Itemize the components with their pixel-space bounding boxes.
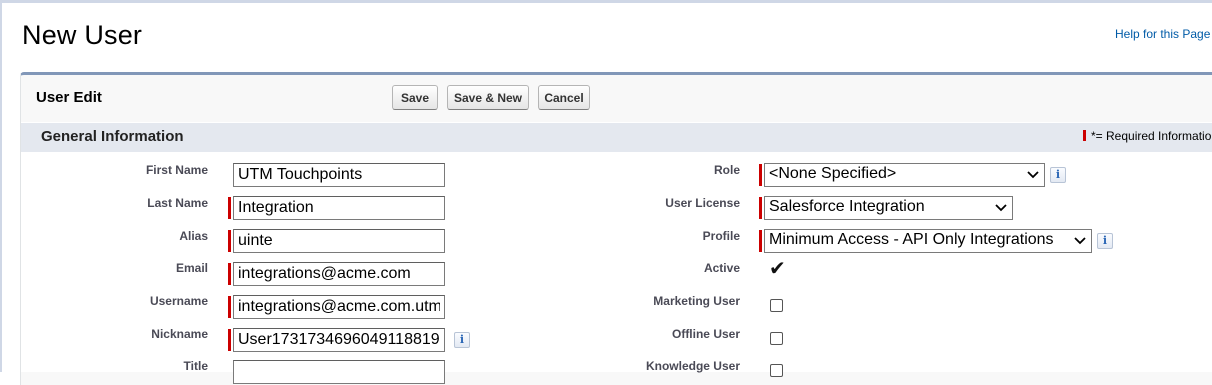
alias-input[interactable] (233, 229, 445, 253)
email-input[interactable] (233, 262, 445, 286)
nickname-label: Nickname (151, 327, 208, 341)
required-legend: *= Required Information (1083, 129, 1212, 143)
marketing-user-label: Marketing User (653, 294, 740, 308)
role-label: Role (713, 163, 740, 177)
required-indicator-icon (759, 230, 762, 252)
email-label: Email (175, 261, 208, 275)
profile-select[interactable]: Minimum Access - API Only Integrations (764, 229, 1092, 253)
username-label: Username (149, 294, 208, 308)
title-input[interactable] (233, 360, 445, 384)
section-title: General Information (41, 128, 184, 145)
user-license-select[interactable]: Salesforce Integration (764, 196, 1013, 220)
save-button[interactable]: Save (392, 85, 438, 110)
required-indicator-icon (228, 230, 231, 252)
first-name-input[interactable] (233, 163, 445, 187)
section-header (21, 122, 1212, 152)
last-name-input[interactable] (233, 196, 445, 220)
chevron-down-icon (995, 204, 1007, 212)
first-name-label: First Name (145, 163, 208, 177)
knowledge-user-checkbox[interactable] (770, 364, 783, 377)
offline-user-checkbox[interactable] (770, 332, 783, 345)
help-link[interactable]: Help for this Page (1115, 27, 1210, 41)
title-label: Title (183, 359, 208, 373)
window-left-edge (0, 0, 2, 372)
save-and-new-button[interactable]: Save & New (447, 85, 529, 110)
cancel-button[interactable]: Cancel (538, 85, 590, 110)
profile-info-icon[interactable]: i (1097, 233, 1113, 249)
required-indicator-icon (228, 263, 231, 285)
offline-user-label: Offline User (671, 327, 740, 341)
marketing-user-checkbox[interactable] (770, 299, 783, 312)
required-indicator-icon (1083, 130, 1086, 141)
role-info-icon[interactable]: i (1050, 167, 1066, 183)
role-select[interactable]: <None Specified> (764, 163, 1045, 187)
required-indicator-icon (228, 296, 231, 318)
page-title: New User (22, 20, 143, 50)
active-label: Active (703, 261, 740, 275)
last-name-label: Last Name (147, 196, 208, 210)
window-top-edge (0, 0, 1212, 3)
knowledge-user-label: Knowledge User (645, 359, 740, 373)
nickname-input[interactable] (233, 328, 445, 352)
required-indicator-icon (228, 329, 231, 351)
active-checkmark-icon[interactable]: ✔ (769, 259, 786, 279)
chevron-down-icon (1074, 237, 1086, 245)
nickname-info-icon[interactable]: i (454, 332, 470, 348)
required-indicator-icon (228, 197, 231, 219)
alias-label: Alias (179, 229, 208, 243)
panel-title: User Edit (36, 89, 102, 106)
chevron-down-icon (1027, 171, 1039, 179)
required-indicator-icon (759, 197, 762, 219)
username-input[interactable] (233, 295, 445, 319)
profile-label: Profile (702, 229, 740, 243)
user-license-label: User License (665, 196, 740, 210)
required-indicator-icon (759, 164, 762, 186)
